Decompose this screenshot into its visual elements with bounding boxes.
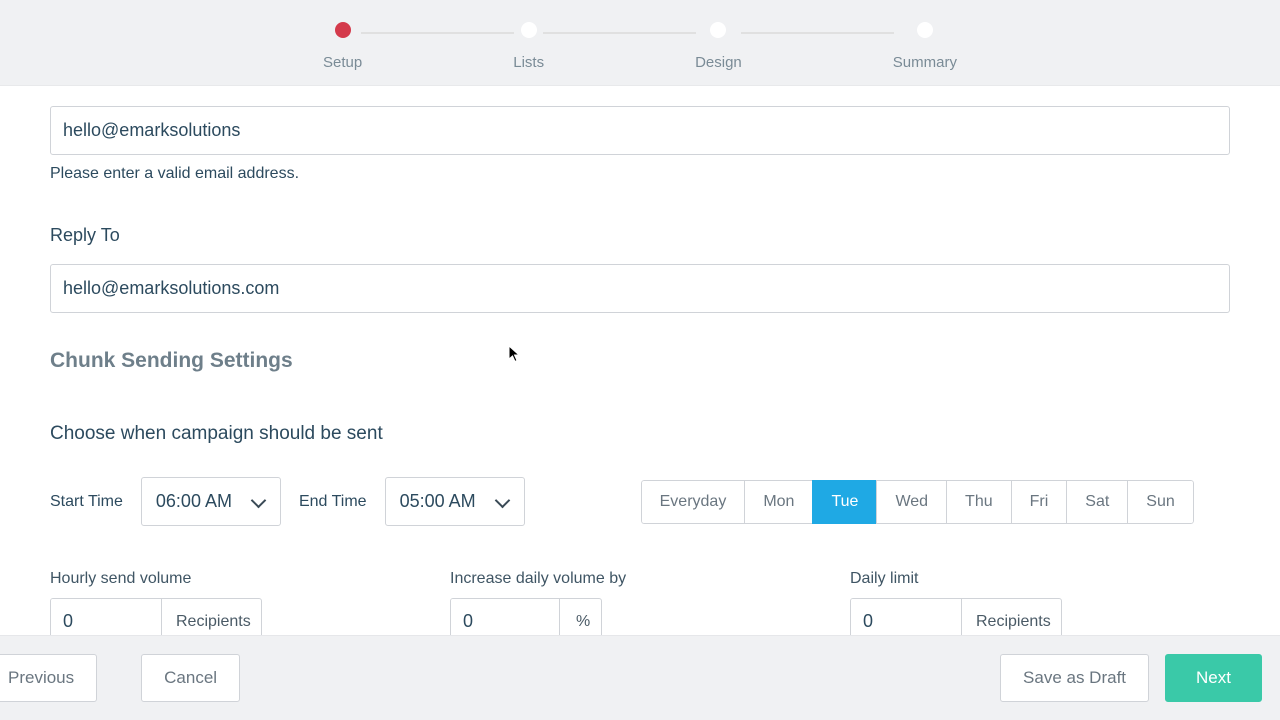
end-time-value: 05:00 AM: [400, 491, 476, 512]
step-dot: [521, 22, 537, 38]
day-everyday[interactable]: Everyday: [641, 480, 746, 524]
start-time-value: 06:00 AM: [156, 491, 232, 512]
footer-bar: Previous Cancel Save as Draft Next: [0, 635, 1280, 720]
day-selector: Everyday Mon Tue Wed Thu Fri Sat Sun: [641, 480, 1194, 524]
day-mon[interactable]: Mon: [744, 480, 813, 524]
step-label: Design: [695, 54, 742, 71]
chevron-down-icon: [496, 498, 510, 506]
stepper-bar: Setup Lists Design Summary: [0, 0, 1280, 86]
step-connector: [361, 32, 514, 34]
day-wed[interactable]: Wed: [876, 480, 947, 524]
hourly-label: Hourly send volume: [50, 570, 450, 588]
start-time-label: Start Time: [50, 493, 123, 511]
cancel-button[interactable]: Cancel: [141, 654, 240, 702]
previous-button[interactable]: Previous: [0, 654, 97, 702]
when-label: Choose when campaign should be sent: [50, 423, 1230, 445]
day-sun[interactable]: Sun: [1127, 480, 1193, 524]
day-sat[interactable]: Sat: [1066, 480, 1128, 524]
step-dot: [710, 22, 726, 38]
reply-to-input[interactable]: [50, 264, 1230, 313]
step-dot: [917, 22, 933, 38]
save-draft-button[interactable]: Save as Draft: [1000, 654, 1149, 702]
step-lists[interactable]: Lists: [513, 22, 544, 71]
step-connector: [741, 32, 894, 34]
step-summary[interactable]: Summary: [893, 22, 957, 71]
step-connector: [543, 32, 696, 34]
step-dot-active: [335, 22, 351, 38]
daily-label: Daily limit: [850, 570, 1230, 588]
from-email-error: Please enter a valid email address.: [50, 165, 1230, 183]
step-label: Summary: [893, 54, 957, 71]
start-time-select[interactable]: 06:00 AM: [141, 477, 281, 526]
day-tue[interactable]: Tue: [812, 480, 877, 524]
reply-to-label: Reply To: [50, 225, 1230, 246]
day-fri[interactable]: Fri: [1011, 480, 1068, 524]
chunk-settings-title: Chunk Sending Settings: [50, 349, 1230, 373]
next-button[interactable]: Next: [1165, 654, 1262, 702]
day-thu[interactable]: Thu: [946, 480, 1012, 524]
from-email-input[interactable]: [50, 106, 1230, 155]
increase-label: Increase daily volume by: [450, 570, 850, 588]
step-setup[interactable]: Setup: [323, 22, 362, 71]
step-design[interactable]: Design: [695, 22, 742, 71]
end-time-label: End Time: [299, 493, 367, 511]
chevron-down-icon: [252, 498, 266, 506]
step-label: Setup: [323, 54, 362, 71]
end-time-select[interactable]: 05:00 AM: [385, 477, 525, 526]
step-label: Lists: [513, 54, 544, 71]
